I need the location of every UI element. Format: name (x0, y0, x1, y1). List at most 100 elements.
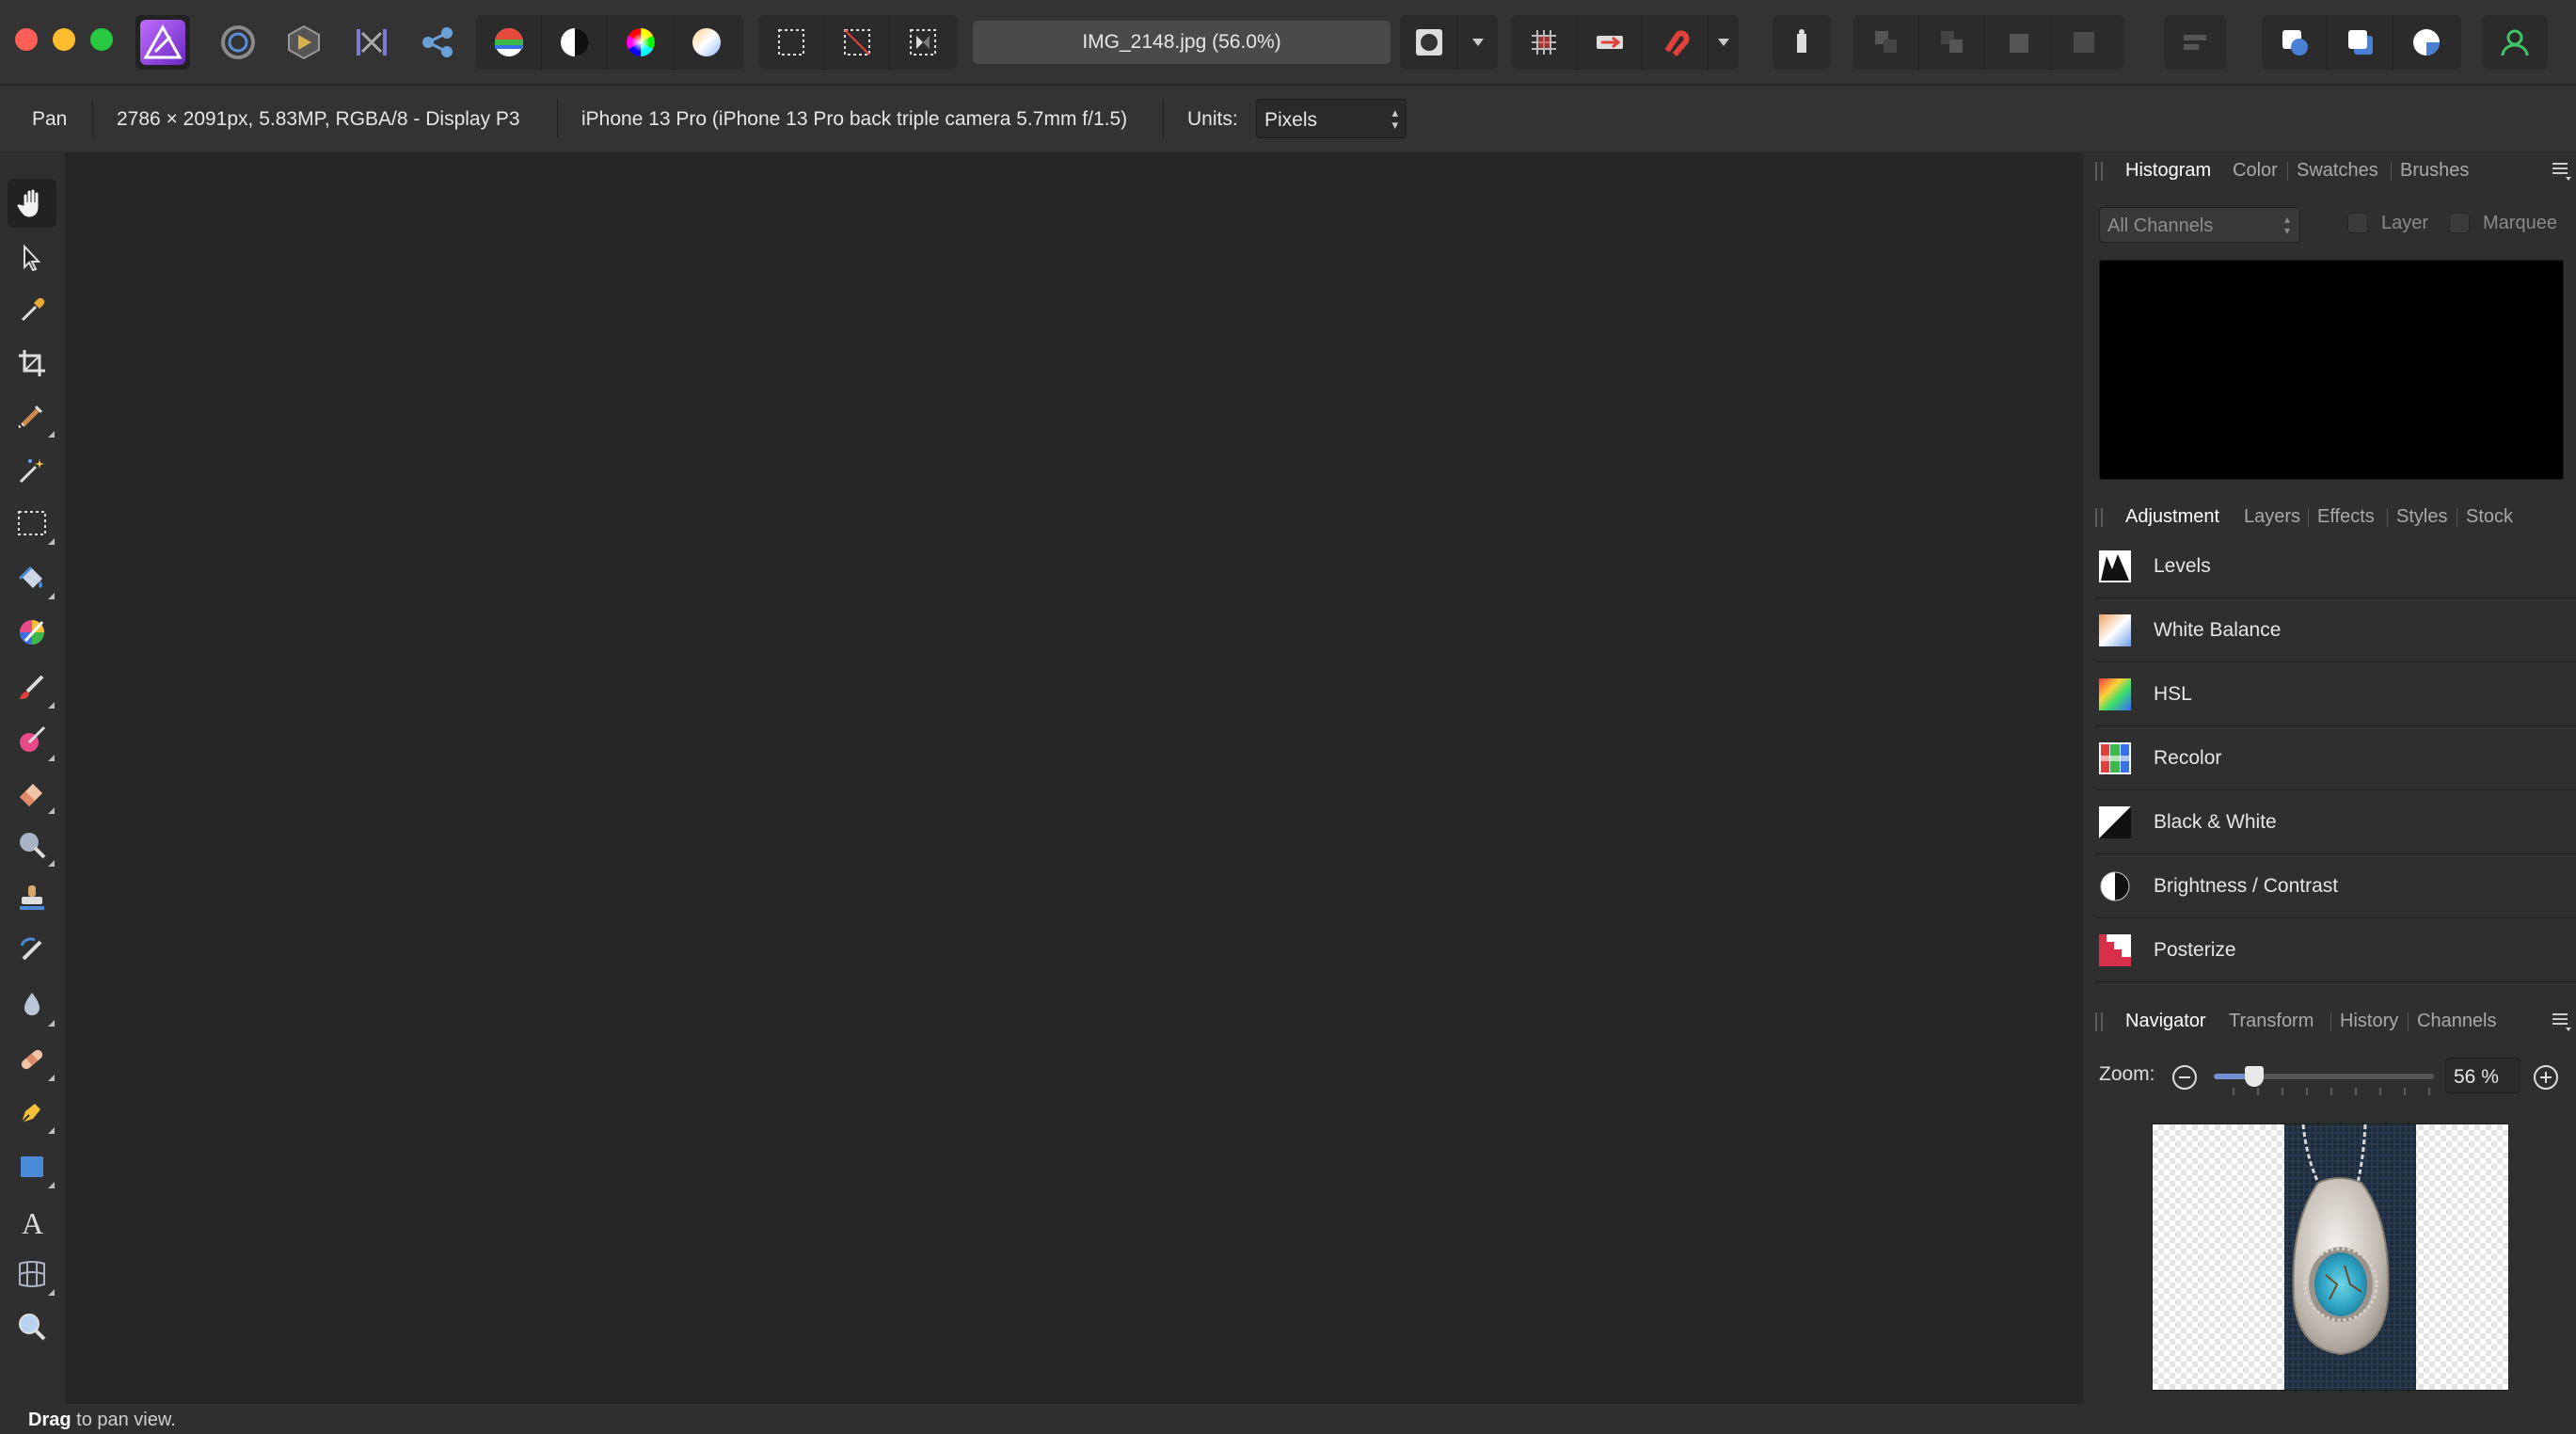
rectangle-tool[interactable] (8, 1142, 56, 1191)
account-icon (2501, 29, 2529, 56)
crop-tool[interactable] (8, 339, 56, 388)
tab-channels[interactable]: Channels (2417, 1011, 2497, 1032)
move-tool[interactable] (8, 233, 56, 282)
healing-brush-tool[interactable] (8, 1035, 56, 1084)
histogram-channel-select[interactable]: All Channels ▴ ▾ (2099, 207, 2300, 243)
panel-menu-icon[interactable] (2551, 1011, 2571, 1031)
panel-menu-icon[interactable] (2551, 160, 2571, 181)
snapping-dropdown[interactable] (1709, 15, 1739, 70)
grid-icon (1531, 30, 1556, 55)
flyout-indicator (48, 702, 55, 709)
panel-grip[interactable] (2095, 508, 2103, 527)
flood-select-tool[interactable] (8, 446, 56, 495)
erase-brush-tool[interactable] (8, 768, 56, 817)
tab-adjustment[interactable]: Adjustment (2125, 506, 2219, 528)
account-button[interactable] (2482, 15, 2548, 70)
move-forward-button[interactable] (1773, 15, 1831, 70)
blur-brush-tool[interactable] (8, 980, 56, 1029)
insert-top-button[interactable] (2393, 15, 2459, 70)
zoom-slider-thumb[interactable] (2244, 1066, 2264, 1087)
deselect-button[interactable] (824, 15, 890, 70)
quick-mask-button[interactable] (1400, 15, 1458, 70)
liquify-persona-button[interactable] (209, 15, 267, 70)
svg-text:A: A (22, 1206, 43, 1237)
tab-navigator[interactable]: Navigator (2125, 1011, 2206, 1032)
tone-mapping-persona-button[interactable] (342, 15, 401, 70)
paint-mixer-brush-tool[interactable] (8, 608, 56, 657)
invert-pixel-selection-button[interactable] (890, 15, 956, 70)
layer-checkbox[interactable]: Layer (2347, 211, 2428, 235)
view-tool[interactable] (8, 179, 56, 228)
tab-effects[interactable]: Effects (2317, 506, 2375, 528)
zoom-slider[interactable] (2214, 1066, 2434, 1087)
tab-brushes[interactable]: Brushes (2400, 160, 2469, 182)
affinity-photo-window: IMG_2148.jpg (56.0%) Pan 2786 × 2091px, … (0, 0, 2576, 1434)
zoom-in-icon[interactable] (2532, 1063, 2560, 1091)
auto-colors-button[interactable] (608, 15, 674, 70)
tab-transform[interactable]: Transform (2229, 1011, 2314, 1032)
posterize-icon (2099, 933, 2131, 966)
dodge-tool[interactable] (8, 821, 56, 869)
tab-swatches[interactable]: Swatches (2297, 160, 2378, 182)
adjustment-item-white-balance[interactable]: White Balance (2095, 598, 2576, 662)
snapping-button[interactable] (1643, 15, 1709, 70)
tab-styles[interactable]: Styles (2396, 506, 2447, 528)
tab-history[interactable]: History (2340, 1011, 2398, 1032)
zoom-window-button[interactable] (90, 28, 113, 51)
marquee-checkbox[interactable]: Marquee (2449, 211, 2557, 235)
checkbox-box[interactable] (2449, 213, 2470, 233)
paint-brush-tool[interactable] (8, 662, 56, 711)
auto-contrast-button[interactable] (542, 15, 608, 70)
insert-behind-button[interactable] (2328, 15, 2393, 70)
photo-persona-button[interactable] (135, 15, 190, 70)
color-picker-tool[interactable] (8, 286, 56, 335)
units-select[interactable]: Pixels ▴ ▾ (1256, 99, 1407, 138)
auto-levels-button[interactable] (476, 15, 542, 70)
zoom-out-icon[interactable] (2171, 1063, 2199, 1091)
close-window-button[interactable] (15, 28, 38, 51)
zoom-value-field[interactable]: 56 % (2445, 1058, 2520, 1093)
pen-tool[interactable] (8, 1088, 56, 1137)
adjustment-item-black-white[interactable]: Black & White (2095, 790, 2576, 854)
selection-brush-tool[interactable] (8, 391, 56, 440)
arrange-backward-button[interactable] (1919, 15, 1985, 70)
develop-persona-button[interactable] (275, 15, 333, 70)
checkbox-box[interactable] (2347, 213, 2368, 233)
export-persona-button[interactable] (408, 15, 467, 70)
flood-fill-tool[interactable] (8, 553, 56, 602)
tab-histogram[interactable]: Histogram (2125, 160, 2211, 182)
quick-mask-dropdown[interactable] (1458, 15, 1498, 70)
marquee-button[interactable] (758, 15, 824, 70)
adjustment-item-levels[interactable]: Levels (2095, 534, 2576, 598)
adjustment-item-hsl[interactable]: HSL (2095, 662, 2576, 726)
panel-grip[interactable] (2095, 162, 2103, 181)
arrange-back-button[interactable] (1853, 15, 1919, 70)
auto-white-balance-button[interactable] (674, 15, 739, 70)
arrange-front-button[interactable] (2051, 15, 2117, 70)
adjustment-item-posterize[interactable]: Posterize (2095, 918, 2576, 982)
adjustment-item-brightness-contrast[interactable]: Brightness / Contrast (2095, 854, 2576, 918)
dodge-brush-tool[interactable] (8, 715, 56, 764)
navigator-preview[interactable] (2152, 1123, 2509, 1391)
insert-inside-button[interactable] (2262, 15, 2328, 70)
grid-button[interactable] (1511, 15, 1577, 70)
adjustment-item-recolor[interactable]: Recolor (2095, 726, 2576, 790)
undo-brush-tool[interactable] (8, 926, 56, 975)
marquee-tool[interactable] (8, 499, 56, 548)
tab-color[interactable]: Color (2233, 160, 2278, 182)
minimize-window-button[interactable] (53, 28, 75, 51)
document-canvas[interactable] (66, 152, 2079, 1404)
assistant-button[interactable] (1577, 15, 1643, 70)
tab-layers[interactable]: Layers (2244, 506, 2300, 528)
tab-stock[interactable]: Stock (2466, 506, 2513, 528)
panel-grip[interactable] (2095, 1012, 2103, 1031)
recolor-icon (2099, 741, 2131, 774)
clone-brush-tool[interactable] (8, 873, 56, 922)
align-button[interactable] (2164, 15, 2226, 70)
selection-group (758, 15, 958, 70)
artistic-text-tool[interactable]: A (8, 1197, 56, 1246)
chevron-down-icon (1472, 39, 1484, 46)
arrange-forward-button[interactable] (1985, 15, 2051, 70)
zoom-tool[interactable] (8, 1302, 56, 1351)
mesh-warp-tool[interactable] (8, 1250, 56, 1299)
